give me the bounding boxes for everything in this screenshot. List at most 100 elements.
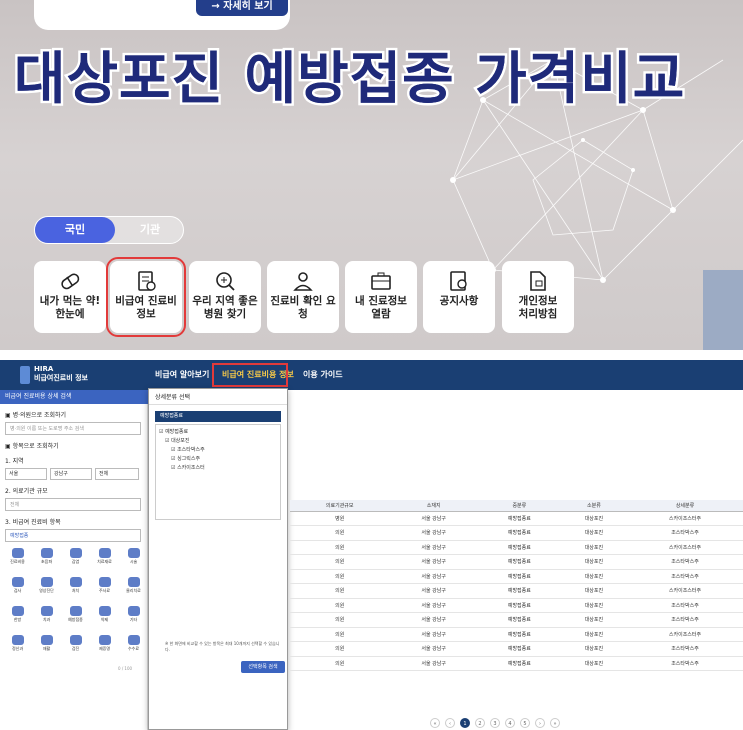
- table-header[interactable]: 중분류: [477, 500, 561, 512]
- pagination: « ‹ 1 2 3 4 5 › »: [430, 718, 560, 728]
- table-row[interactable]: 병원 서울 강남구 예방접종료 대상포진 스카이조스터주: [290, 511, 743, 526]
- search-plus-icon: [216, 272, 235, 291]
- item-category-button[interactable]: 재활: [33, 633, 60, 660]
- item-icon-grid: 진료비용 초음파 감염 치료재료 시술검사 영상진단 처치 주사료 물리치료한방 치과 예방접종 약제…: [4, 546, 147, 660]
- page-button[interactable]: »: [550, 718, 560, 728]
- table-row[interactable]: 의원 서울 강남구 예방접종료 대상포진 조스타박스주: [290, 569, 743, 584]
- table-cell: 의원: [290, 525, 390, 541]
- item-category-button[interactable]: 초음파: [33, 546, 60, 573]
- table-row[interactable]: 의원 서울 강남구 예방접종료 대상포진 조스타박스주: [290, 612, 743, 628]
- table-header[interactable]: 의료기관규모: [290, 500, 390, 512]
- table-cell: 서울 강남구: [389, 525, 478, 541]
- table-cell: 대상포진: [560, 612, 628, 628]
- service-tile-5[interactable]: 내 진료정보 열람: [345, 261, 417, 333]
- table-cell: 조스타박스주: [627, 525, 743, 541]
- page-button[interactable]: 2: [475, 718, 485, 728]
- selection-counter: 0 / 100: [118, 666, 133, 671]
- item-category-button[interactable]: 예방접종: [62, 604, 89, 631]
- item-category-button[interactable]: 주사료: [91, 575, 118, 602]
- table-row[interactable]: 의원 서울 강남구 예방접종료 대상포진 스카이조스터주: [290, 583, 743, 599]
- hospital-search-input[interactable]: 병·의원 이름 또는 도로명 주소 검색: [5, 422, 141, 435]
- page-button[interactable]: 3: [490, 718, 500, 728]
- table-row[interactable]: 의원 서울 강남구 예방접종료 대상포진 스카이조스터주: [290, 627, 743, 642]
- service-tile-7[interactable]: 개인정보 처리방침: [502, 261, 574, 333]
- table-header[interactable]: 상세분류: [627, 500, 743, 512]
- item-label: 3. 비급여 진료비 항목: [5, 519, 61, 526]
- item-category-button[interactable]: 시술: [120, 546, 147, 573]
- item-search-input[interactable]: 예방접종: [5, 529, 141, 542]
- privacy-doc-icon: [530, 271, 546, 291]
- popup-tree: ☑ 예방접종료 ☑ 대상포진 ☑ 조스타박스주 ☑ 싱그릭스주 ☑ 스카이조스터: [155, 424, 281, 520]
- page-button[interactable]: 4: [505, 718, 515, 728]
- tree-item[interactable]: ☑ 대상포진: [159, 437, 277, 446]
- table-row[interactable]: 의원 서울 강남구 예방접종료 대상포진 조스타박스주: [290, 598, 743, 613]
- category-icon: [40, 606, 53, 616]
- category-icon: [11, 548, 24, 558]
- category-icon: [98, 577, 111, 587]
- category-icon: [69, 606, 82, 616]
- table-cell: 조스타박스주: [627, 612, 743, 628]
- page-button[interactable]: ‹: [445, 718, 455, 728]
- item-category-button[interactable]: 기타: [120, 604, 147, 631]
- item-category-button[interactable]: 치료재료: [91, 546, 118, 573]
- category-icon: [69, 548, 82, 558]
- item-category-button[interactable]: 수수료: [120, 633, 147, 660]
- service-tile-3[interactable]: 우리 지역 좋은 병원 찾기: [189, 261, 261, 333]
- page-button[interactable]: «: [430, 718, 440, 728]
- item-category-button[interactable]: 물리치료: [120, 575, 147, 602]
- table-row[interactable]: 의원 서울 강남구 예방접종료 대상포진 스카이조스터주: [290, 540, 743, 555]
- popup-category-bar[interactable]: 예방접종료: [155, 411, 281, 422]
- item-category-button[interactable]: 검진: [62, 633, 89, 660]
- tree-item[interactable]: ☑ 스카이조스터: [159, 464, 277, 473]
- detail-button[interactable]: → 자세히 보기: [196, 0, 288, 16]
- item-category-button[interactable]: 진료비용: [4, 546, 31, 573]
- tree-item[interactable]: ☑ 예방접종료: [159, 428, 277, 437]
- table-cell: 예방접종료: [477, 627, 561, 642]
- table-cell: 조스타박스주: [627, 554, 743, 570]
- search-selected-button[interactable]: 선택항목 검색: [241, 661, 285, 673]
- scale-select[interactable]: 전체: [5, 498, 141, 511]
- item-category-button[interactable]: 제증명: [91, 633, 118, 660]
- popup-note: ※ 한 화면에 비교할 수 있는 항목은 최대 10개까지 선택할 수 있습니다…: [165, 641, 280, 652]
- table-row[interactable]: 의원 서울 강남구 예방접종료 대상포진 조스타박스주: [290, 641, 743, 657]
- table-row[interactable]: 의원 서울 강남구 예방접종료 대상포진 조스타박스주: [290, 554, 743, 570]
- table-header[interactable]: 소재지: [389, 500, 478, 512]
- category-icon: [69, 577, 82, 587]
- tree-item[interactable]: ☑ 싱그릭스주: [159, 455, 277, 464]
- toggle-institution[interactable]: 기관: [117, 217, 183, 243]
- category-icon: [98, 635, 111, 645]
- page-button[interactable]: 5: [520, 718, 530, 728]
- table-cell: 대상포진: [560, 583, 628, 599]
- table-row[interactable]: 의원 서울 강남구 예방접종료 대상포진 조스타박스주: [290, 525, 743, 541]
- region-select-district[interactable]: 강남구: [50, 468, 92, 480]
- item-category-button[interactable]: 검사: [4, 575, 31, 602]
- item-category-button[interactable]: 치과: [33, 604, 60, 631]
- table-cell: 조스타박스주: [627, 641, 743, 657]
- service-tile-2[interactable]: 비급여 진료비 정보: [106, 257, 186, 337]
- service-tile-6[interactable]: 공지사항: [423, 261, 495, 333]
- table-cell: 예방접종료: [477, 656, 561, 671]
- table-cell: 예방접종료: [477, 612, 561, 628]
- notice-icon: [450, 271, 467, 291]
- nav-guide[interactable]: 이용 가이드: [303, 369, 343, 380]
- popup-title: 상세분류 선택: [149, 389, 287, 405]
- item-category-button[interactable]: 정신과: [4, 633, 31, 660]
- tree-item[interactable]: ☑ 조스타박스주: [159, 446, 277, 455]
- page-button[interactable]: ›: [535, 718, 545, 728]
- item-category-button[interactable]: 영상진단: [33, 575, 60, 602]
- toggle-citizen[interactable]: 국민: [35, 217, 115, 243]
- section-item-search: ▣ 항목으로 조회하기: [5, 443, 59, 450]
- table-header[interactable]: 소분류: [560, 500, 628, 512]
- item-category-button[interactable]: 약제: [91, 604, 118, 631]
- item-category-button[interactable]: 처치: [62, 575, 89, 602]
- service-tile-4[interactable]: 진료비 확인 요청: [267, 261, 339, 333]
- item-category-button[interactable]: 한방: [4, 604, 31, 631]
- table-row[interactable]: 의원 서울 강남구 예방접종료 대상포진 조스타박스주: [290, 656, 743, 671]
- item-category-button[interactable]: 감염: [62, 546, 89, 573]
- region-select-dong[interactable]: 전체: [95, 468, 139, 480]
- service-tile-1[interactable]: 내가 먹는 약! 한눈에: [34, 261, 106, 333]
- region-select-city[interactable]: 서울: [5, 468, 47, 480]
- nav-learn[interactable]: 비급여 알아보기: [155, 369, 209, 380]
- user-type-toggle[interactable]: 국민 기관: [34, 216, 184, 244]
- page-button[interactable]: 1: [460, 718, 470, 728]
